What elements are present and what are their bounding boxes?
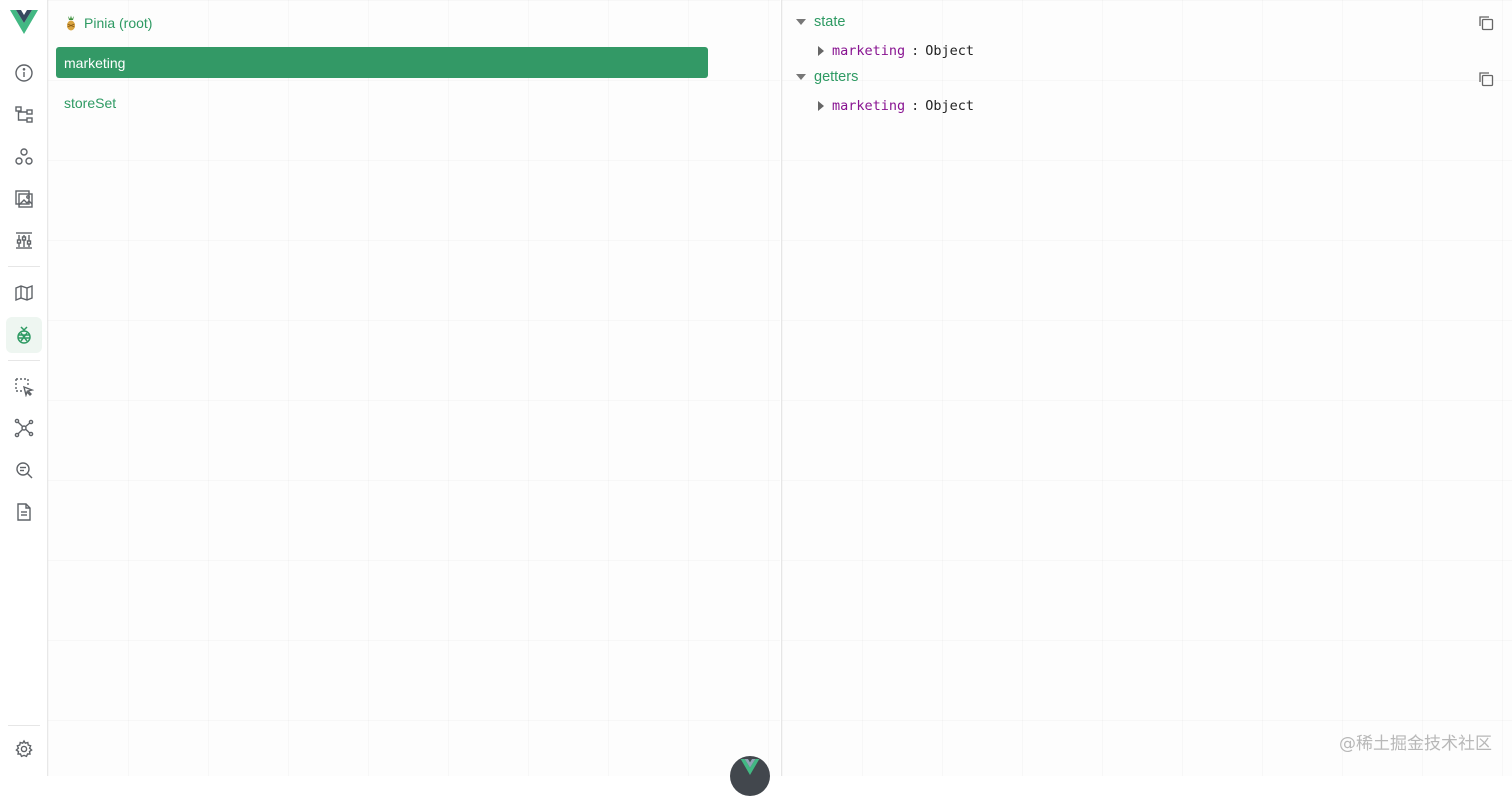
graph-button[interactable]	[6, 410, 42, 446]
store-item-label: Pinia (root)	[84, 14, 153, 31]
select-component-button[interactable]	[6, 369, 42, 405]
prop-key: marketing	[832, 98, 906, 114]
inspect-button[interactable]	[6, 452, 42, 488]
caret-right-icon	[818, 46, 824, 56]
state-section-toggle[interactable]: state	[796, 12, 845, 32]
timeline-button[interactable]	[6, 222, 42, 258]
caret-down-icon	[796, 19, 806, 25]
devtools-sidebar	[0, 0, 48, 776]
getters-section-toggle[interactable]: getters	[796, 67, 858, 87]
vue-logo-icon[interactable]	[10, 10, 38, 34]
timeline-icon	[16, 232, 32, 249]
inspect-icon	[16, 462, 33, 479]
section-title: state	[814, 14, 846, 30]
watermark: @稀土掘金技术社区	[1339, 734, 1492, 754]
caret-right-icon	[818, 101, 824, 111]
info-icon	[15, 64, 33, 82]
store-item-marketing[interactable]: marketing	[56, 47, 708, 78]
store-item-label: storeSet	[64, 94, 117, 111]
store-item-storeset[interactable]: storeSet	[56, 87, 708, 118]
vue-logo-icon	[740, 759, 760, 775]
store-list-pane: Pinia (root) marketing storeSet	[48, 0, 780, 776]
caret-down-icon	[796, 74, 806, 80]
sidebar-divider	[8, 266, 40, 267]
settings-icon	[15, 739, 33, 758]
copy-getters-button[interactable]	[1476, 69, 1496, 89]
assets-button[interactable]	[6, 181, 42, 217]
pinia-icon	[17, 326, 31, 344]
prop-colon: :	[911, 98, 920, 114]
copy-icon	[1479, 72, 1494, 87]
store-inspector-pane: state marketing : Object getters marketi…	[781, 0, 1512, 776]
getters-prop-row[interactable]: marketing : Object	[818, 96, 974, 116]
map-icon	[15, 284, 33, 302]
state-prop-row[interactable]: marketing : Object	[818, 41, 974, 61]
sidebar-divider	[8, 360, 40, 361]
section-title: getters	[814, 69, 859, 85]
graph-icon	[14, 418, 34, 438]
pineapple-icon	[67, 15, 75, 30]
copy-state-button[interactable]	[1476, 13, 1496, 33]
document-button[interactable]	[6, 494, 42, 530]
settings-button[interactable]	[6, 731, 42, 767]
app-info-button[interactable]	[6, 55, 42, 91]
assets-icon	[15, 190, 33, 208]
floating-vue-devtools-button[interactable]	[730, 756, 770, 796]
sidebar-divider	[8, 725, 40, 726]
prop-key: marketing	[832, 43, 906, 59]
select-component-icon	[15, 378, 34, 397]
pinia-button[interactable]	[6, 317, 42, 353]
prop-value: Object	[925, 43, 975, 59]
components-button[interactable]	[6, 139, 42, 175]
component-tree-button[interactable]	[6, 97, 42, 133]
router-map-button[interactable]	[6, 275, 42, 311]
document-icon	[17, 503, 31, 521]
prop-value: Object	[925, 98, 975, 114]
components-icon	[15, 148, 33, 165]
component-tree-icon	[15, 106, 33, 123]
store-item-pinia-root[interactable]: Pinia (root)	[56, 7, 708, 38]
copy-icon	[1479, 16, 1494, 31]
store-item-label: marketing	[64, 54, 126, 71]
prop-colon: :	[911, 43, 920, 59]
